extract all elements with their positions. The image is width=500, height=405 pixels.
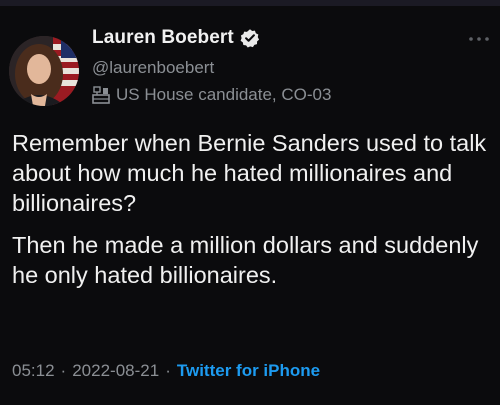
more-options-icon[interactable] (468, 34, 490, 44)
separator: · (60, 361, 67, 380)
separator: · (165, 361, 171, 380)
tweet-source-link[interactable]: Twitter for iPhone (177, 361, 320, 381)
account-label: US House candidate, CO-03 (92, 85, 331, 105)
tweet-card: Lauren Boebert @laurenboebert US House c… (0, 0, 500, 405)
government-building-icon (92, 86, 110, 104)
tweet-metadata: 05:12 · 2022-08-21 · Twitter for iPhone (12, 361, 320, 381)
tweet-paragraph: Then he made a million dollars and sudde… (12, 232, 479, 288)
avatar[interactable] (9, 36, 79, 106)
account-label-text: US House candidate, CO-03 (116, 85, 332, 104)
tweet-text: Remember when Bernie Sanders used to tal… (12, 128, 492, 290)
author-handle[interactable]: @laurenboebert (92, 58, 214, 78)
tweet-paragraph: Remember when Bernie Sanders used to tal… (12, 130, 487, 216)
verified-badge-icon (240, 29, 259, 48)
tweet-date[interactable]: 2022-08-21 (72, 361, 159, 381)
author-name-row[interactable]: Lauren Boebert (92, 27, 260, 49)
tweet-time[interactable]: 05:12 (12, 361, 55, 381)
top-divider (0, 0, 500, 6)
author-name[interactable]: Lauren Boebert (92, 27, 234, 49)
avatar-image (9, 36, 79, 106)
